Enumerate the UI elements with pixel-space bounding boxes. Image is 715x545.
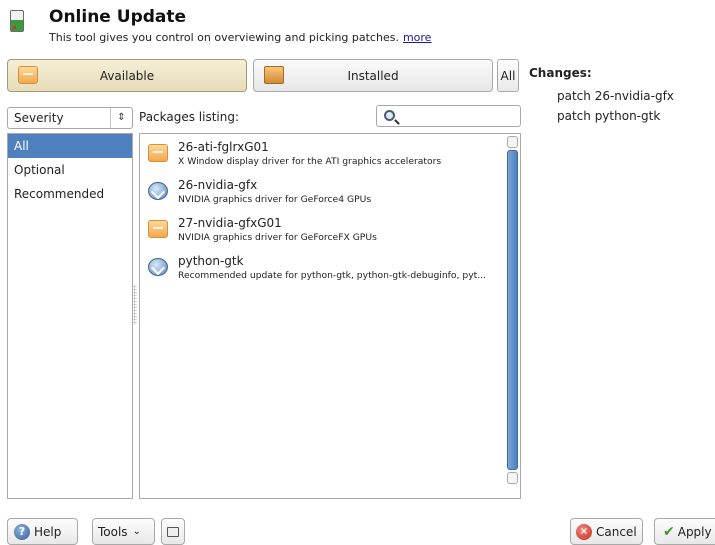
package-description: Recommended update for python-gtk, pytho… — [178, 270, 487, 281]
online-update-icon — [10, 10, 24, 32]
available-button[interactable]: Available — [7, 59, 247, 92]
page-title: Online Update — [49, 7, 187, 27]
severity-item-all[interactable]: All — [8, 134, 132, 158]
window-icon — [167, 526, 179, 537]
chevron-down-icon: ⌄ — [132, 526, 141, 537]
tools-menu-button[interactable]: Tools ⌄ — [92, 518, 155, 545]
cancel-label: Cancel — [596, 524, 637, 539]
scroll-thumb[interactable] — [507, 150, 518, 470]
severity-item-recommended[interactable]: Recommended — [8, 182, 132, 206]
installed-box-icon — [264, 66, 284, 84]
changes-item: patch 26-nvidia-gfx — [557, 89, 674, 103]
packages-listing-label: Packages listing: — [139, 110, 240, 124]
chevron-updown-icon: ⇕ — [110, 108, 132, 128]
package-icon — [148, 144, 168, 162]
page-description: This tool gives you control on overviewi… — [49, 31, 431, 44]
scroll-up-button[interactable] — [507, 136, 518, 148]
list-item[interactable]: 26-ati-fglrxG01 X Window display driver … — [140, 136, 506, 174]
severity-select[interactable]: Severity ⇕ — [7, 107, 133, 129]
cancel-button[interactable]: × Cancel — [570, 518, 643, 545]
pane-splitter[interactable] — [133, 285, 137, 325]
scroll-down-button[interactable] — [507, 472, 518, 484]
package-icon — [148, 220, 168, 238]
help-button[interactable]: ? Help — [7, 518, 78, 545]
tools-label: Tools — [98, 524, 128, 539]
more-link[interactable]: more — [403, 31, 432, 44]
online-update-window: Online Update This tool gives you contro… — [0, 0, 715, 545]
list-item[interactable]: 27-nvidia-gfxG01 NVIDIA graphics driver … — [140, 212, 506, 250]
help-icon: ? — [14, 523, 30, 540]
package-description: NVIDIA graphics driver for GeForceFX GPU… — [178, 232, 377, 243]
changes-title: Changes: — [529, 66, 592, 80]
installed-label: Installed — [347, 68, 399, 83]
vertical-scrollbar[interactable] — [507, 136, 518, 496]
help-label: Help — [34, 524, 62, 539]
package-description: NVIDIA graphics driver for GeForce4 GPUs — [178, 194, 372, 205]
apply-button[interactable]: ✔ Apply — [654, 518, 715, 545]
available-label: Available — [99, 68, 155, 83]
package-icon — [18, 66, 38, 84]
severity-list: All Optional Recommended — [7, 133, 133, 499]
details-toggle-button[interactable] — [161, 518, 185, 545]
installed-button[interactable]: Installed — [253, 59, 493, 92]
severity-item-optional[interactable]: Optional — [8, 158, 132, 182]
description-text: This tool gives you control on overviewi… — [49, 31, 399, 44]
apply-label: Apply — [677, 524, 712, 539]
package-name: 26-ati-fglrxG01 — [178, 140, 269, 154]
package-description: X Window display driver for the ATI grap… — [178, 156, 442, 167]
update-icon — [148, 258, 168, 276]
all-button[interactable]: All — [497, 59, 519, 92]
list-item[interactable]: 26-nvidia-gfx NVIDIA graphics driver for… — [140, 174, 506, 212]
package-name: 26-nvidia-gfx — [178, 178, 258, 192]
update-icon — [148, 182, 168, 200]
search-input[interactable] — [376, 105, 521, 127]
search-icon — [384, 110, 395, 121]
packages-list: 26-ati-fglrxG01 X Window display driver … — [139, 133, 521, 499]
package-name: python-gtk — [178, 254, 244, 268]
severity-value: Severity — [14, 111, 64, 125]
cancel-icon: × — [576, 523, 592, 540]
list-item[interactable]: python-gtk Recommended update for python… — [140, 250, 506, 288]
checkmark-icon: ✔ — [663, 523, 675, 540]
changes-item: patch python-gtk — [557, 109, 661, 123]
package-name: 27-nvidia-gfxG01 — [178, 216, 282, 230]
